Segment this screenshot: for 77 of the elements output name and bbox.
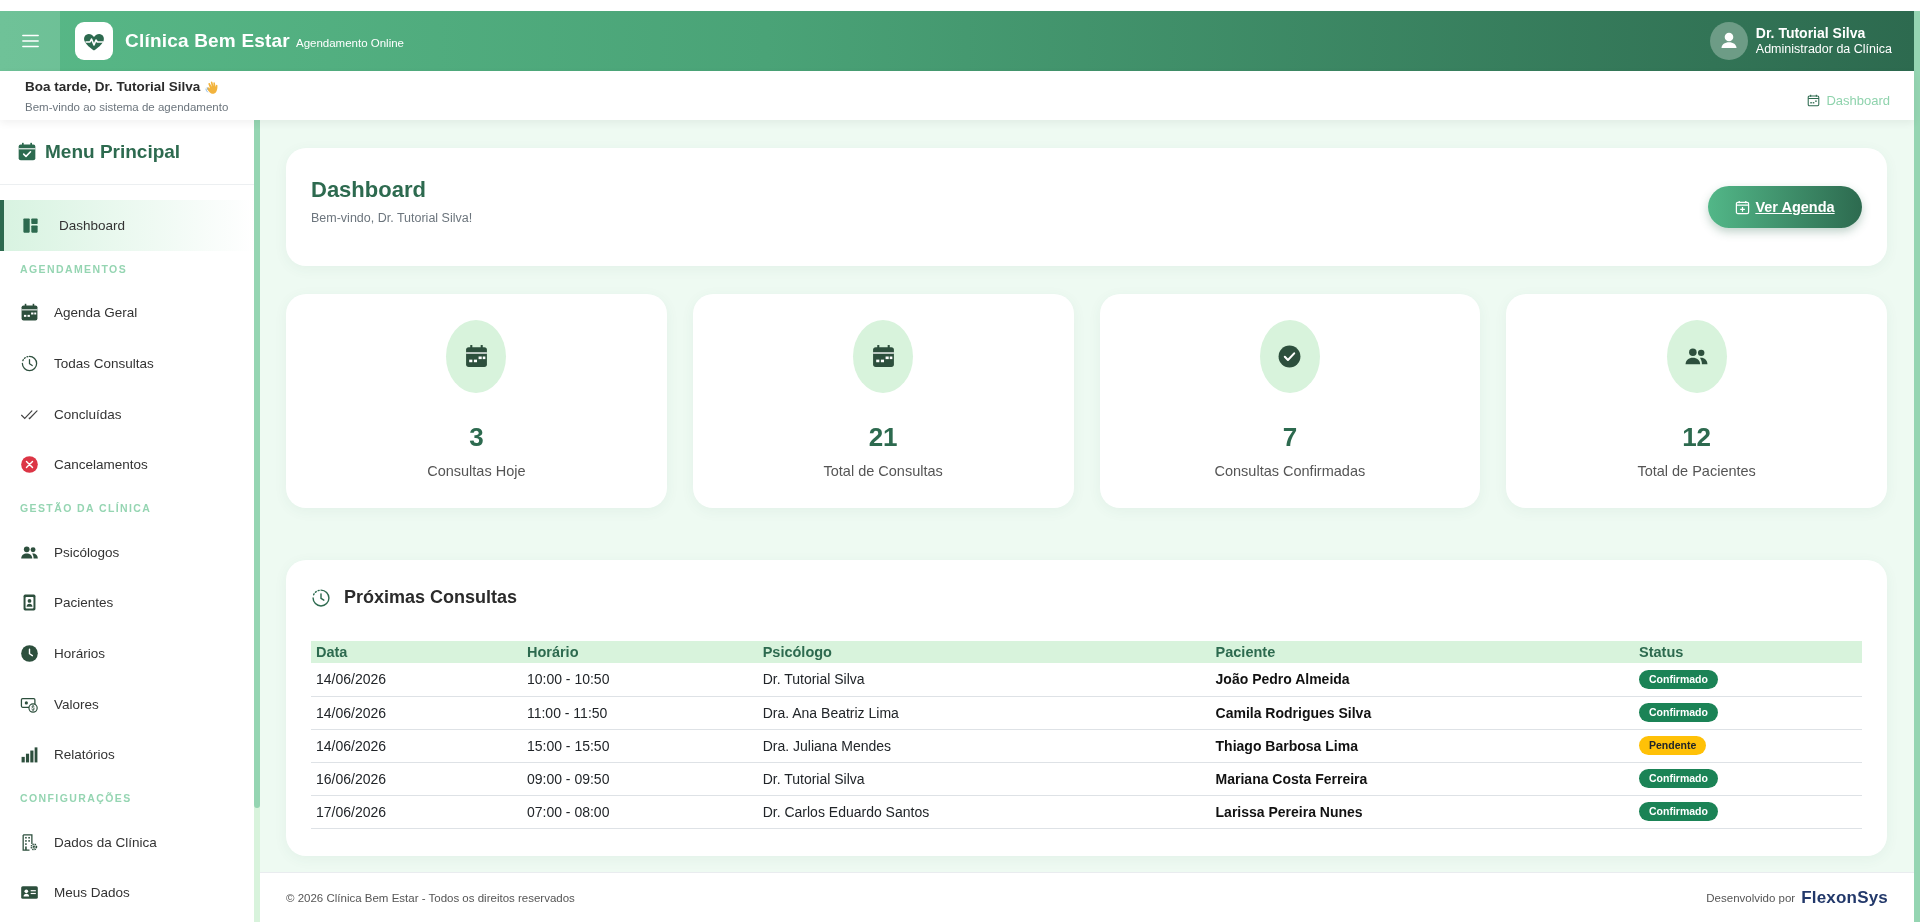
status-badge: Pendente: [1639, 736, 1707, 756]
section-heading: AGENDAMENTOS: [19, 262, 129, 278]
stat-value: 21: [868, 421, 898, 454]
calendar-plus-icon: [1735, 199, 1751, 215]
stat-label: Total de Consultas: [823, 463, 943, 479]
menu-icon: [21, 34, 39, 48]
stat-label: Consultas Confirmadas: [1214, 463, 1366, 479]
table-cell: 07:00 - 08:00: [521, 795, 758, 829]
app-subtitle: Agendamento Online: [295, 37, 405, 49]
clock-icon: [20, 354, 39, 373]
view-agenda-button[interactable]: Ver Agenda: [1708, 186, 1862, 228]
table-cell: Dra. Ana Beatriz Lima: [757, 696, 1211, 730]
nav-item[interactable]: Relatórios: [0, 729, 254, 780]
dashboard-layout-icon: [21, 215, 40, 235]
nav-item[interactable]: Dados da Clínica: [0, 816, 254, 868]
user-role: Administrador da Clínica: [1755, 41, 1892, 57]
table-cell: 14/06/2026: [311, 729, 522, 763]
scrollbar-thumb[interactable]: [1914, 11, 1920, 922]
greeting-text: Boa tarde, Dr. Tutorial Silva: [25, 78, 201, 94]
table-cell: 16/06/2026: [311, 762, 522, 796]
nav-item[interactable]: Pacientes: [0, 577, 254, 629]
app-title: Clínica Bem Estar: [125, 30, 290, 52]
nav-item[interactable]: Todas Consultas: [0, 338, 254, 389]
status-badge: Confirmado: [1639, 669, 1718, 689]
status-badge: Confirmado: [1639, 703, 1718, 723]
status-badge: Confirmado: [1639, 802, 1718, 822]
nav-item[interactable]: Concluídas: [0, 388, 254, 440]
section-heading: CONFIGURAÇÕES: [19, 791, 133, 807]
section-heading: GESTÃO DA CLÍNICA: [19, 501, 153, 517]
menu-button[interactable]: [0, 11, 60, 71]
calendar-check-icon: [17, 142, 37, 162]
greeting-subtitle: Bem-vindo ao sistema de agendamento: [25, 100, 229, 113]
stat-label: Consultas Hoje: [427, 463, 526, 479]
clock-icon: [20, 643, 39, 663]
nav-item[interactable]: Agenda Geral: [0, 287, 254, 339]
copyright-text: © 2026 Clínica Bem Estar - Todos os direitos reservados: [286, 891, 575, 904]
bar-chart-icon: [20, 745, 39, 765]
clock-icon: [311, 587, 331, 608]
sidebar-title: Menu Principal: [45, 141, 181, 163]
stat-value: 12: [1682, 421, 1712, 454]
stat-value: 3: [469, 421, 484, 454]
table-cell: Camila Rodrigues Silva: [1210, 696, 1634, 730]
nav-item[interactable]: Meus Dados: [0, 867, 254, 919]
table-cell: João Pedro Almeida: [1210, 663, 1634, 697]
table-cell: 10:00 - 10:50: [521, 663, 758, 697]
table-cell: 11:00 - 11:50: [521, 696, 758, 730]
table-cell: 15:00 - 15:50: [521, 729, 758, 763]
table-cell: Thiago Barbosa Lima: [1210, 729, 1634, 763]
table-cell: Larissa Pereira Nunes: [1210, 795, 1634, 829]
table-cell: Dr. Carlos Eduardo Santos: [757, 795, 1211, 829]
cancel-circle-icon: [20, 455, 39, 475]
page-title: Dashboard: [311, 177, 427, 203]
stat-label: Total de Pacientes: [1637, 463, 1756, 479]
table-cell: 14/06/2026: [311, 663, 522, 697]
developer-logo[interactable]: FlexonSys: [1801, 887, 1888, 908]
table-cell: 14/06/2026: [311, 696, 522, 730]
nav-item[interactable]: Horários: [0, 628, 254, 679]
nav-item[interactable]: Psicólogos: [0, 526, 254, 578]
status-badge: Confirmado: [1639, 769, 1718, 789]
avatar-icon: [1709, 22, 1748, 60]
page-subtitle: Bem-vindo, Dr. Tutorial Silva!: [311, 211, 473, 225]
section-title: Próximas Consultas: [344, 587, 518, 608]
nav-item[interactable]: Cancelamentos: [0, 439, 254, 490]
calendar-icon: [1807, 94, 1821, 107]
calendar-icon: [20, 303, 39, 323]
table-cell: Mariana Costa Ferreira: [1210, 762, 1634, 796]
user-name: Dr. Tutorial Silva: [1755, 25, 1867, 42]
table-cell: Dr. Tutorial Silva: [757, 663, 1211, 697]
heart-pulse-logo-icon: [75, 22, 113, 60]
nav-item[interactable]: Valores: [0, 678, 254, 730]
stat-value: 7: [1282, 421, 1298, 454]
table-cell: 09:00 - 09:50: [521, 762, 758, 796]
building-gear-icon: [20, 832, 39, 852]
table-cell: 17/06/2026: [311, 795, 522, 829]
table-cell: Dr. Tutorial Silva: [757, 762, 1211, 796]
table-cell: Dra. Juliana Mendes: [757, 729, 1211, 763]
credit-text: Desenvolvido por: [1706, 891, 1796, 904]
